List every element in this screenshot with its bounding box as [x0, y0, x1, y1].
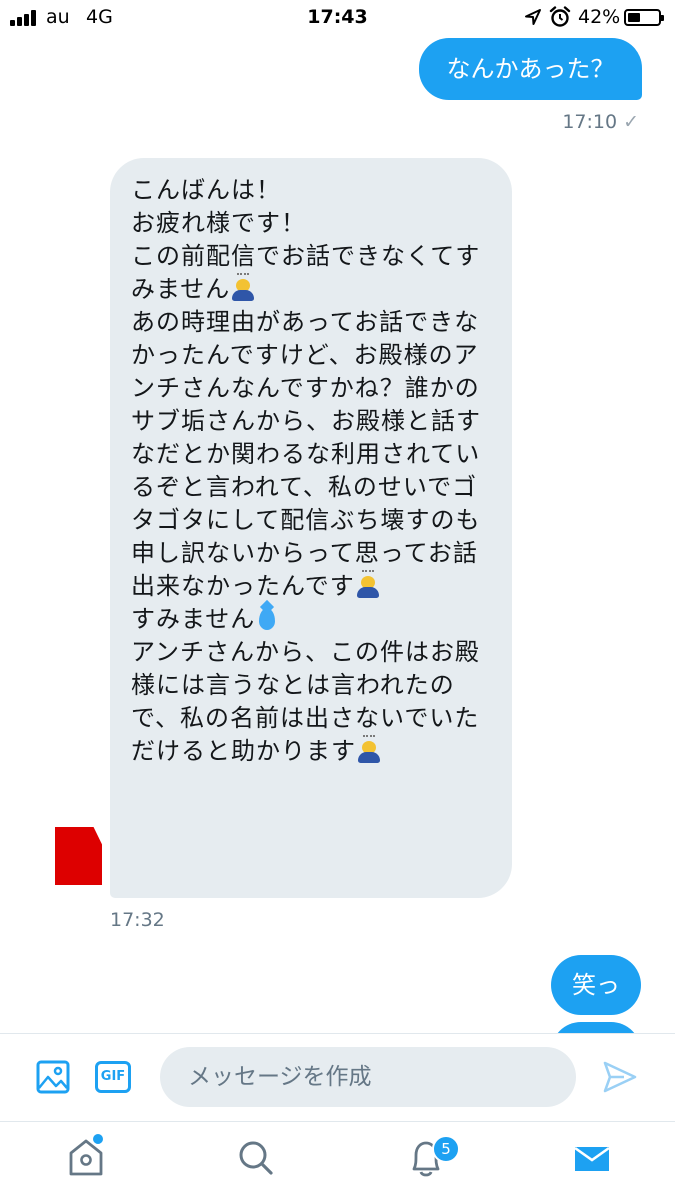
- message-time: 17:32: [110, 909, 165, 931]
- mail-icon: [574, 1146, 610, 1171]
- battery-percent: 42%: [578, 6, 621, 28]
- sent-check-icon: ✓: [623, 111, 639, 133]
- alarm-icon: [549, 6, 571, 27]
- send-icon[interactable]: [602, 1060, 638, 1094]
- bowing-person-emoji-icon: [356, 570, 380, 598]
- avatar[interactable]: [55, 827, 102, 885]
- message-input[interactable]: [160, 1047, 576, 1107]
- gif-button[interactable]: GIF: [95, 1061, 131, 1093]
- message-line: で、私の名前は出さないでいた: [131, 704, 480, 732]
- message-line: すみません: [131, 603, 494, 636]
- message-line: みません: [131, 273, 494, 306]
- home-notification-dot: [93, 1134, 103, 1144]
- message-line: この前配信でお話できなくてす: [131, 242, 481, 270]
- message-line: こんばんは！: [131, 176, 281, 204]
- search-icon: [239, 1141, 273, 1175]
- message-line: あの時理由があってお話できな: [131, 308, 480, 336]
- message-line: サブ垢さんから、お殿様と話す: [131, 407, 481, 435]
- message-line: お疲れ様です！: [131, 209, 306, 237]
- signal-icon: [10, 10, 40, 26]
- tab-search[interactable]: [236, 1135, 276, 1179]
- battery-icon: [624, 9, 664, 26]
- incoming-message[interactable]: こんばんは！ お疲れ様です！ この前配信でお話できなくてす みません あの時理由…: [110, 158, 512, 898]
- image-icon[interactable]: [36, 1060, 70, 1094]
- message-line: ンチさんなんですかね？誰かの: [131, 374, 480, 402]
- status-bar: au 4G 17:43 42%: [0, 0, 675, 36]
- carrier-name: au: [46, 6, 70, 28]
- location-icon: [525, 9, 541, 25]
- message-line: 様には言うなとは言われたの: [131, 671, 455, 699]
- message-line: アンチさんから、この件はお殿: [131, 638, 481, 666]
- message-line: るぞと言われて、私のせいでゴ: [131, 473, 478, 501]
- message-line: だけると助かります: [131, 735, 494, 768]
- message-line: タゴタにして配信ぶち壊すのも: [131, 506, 481, 534]
- bowing-person-emoji-icon: [357, 735, 381, 763]
- bowing-person-emoji-icon: [231, 273, 255, 301]
- message-line: 出来なかったんです: [131, 570, 494, 603]
- droplet-emoji-icon: [259, 608, 276, 630]
- message-line: なだとか関わるな利用されてい: [131, 440, 481, 468]
- outgoing-message[interactable]: 笑っ: [551, 955, 641, 1015]
- message-line: 申し訳ないからって思ってお話: [131, 539, 478, 567]
- message-time: 17:10: [562, 111, 618, 133]
- outgoing-message[interactable]: なんかあった？: [419, 38, 642, 100]
- notifications-badge: 5: [432, 1135, 460, 1163]
- tab-messages[interactable]: [572, 1135, 612, 1179]
- message-line: かったんですけど、お殿様のア: [131, 341, 479, 369]
- battery-fill: [628, 13, 640, 22]
- network-type: 4G: [86, 6, 113, 28]
- outgoing-message-meta: 17:10 ✓: [562, 111, 639, 133]
